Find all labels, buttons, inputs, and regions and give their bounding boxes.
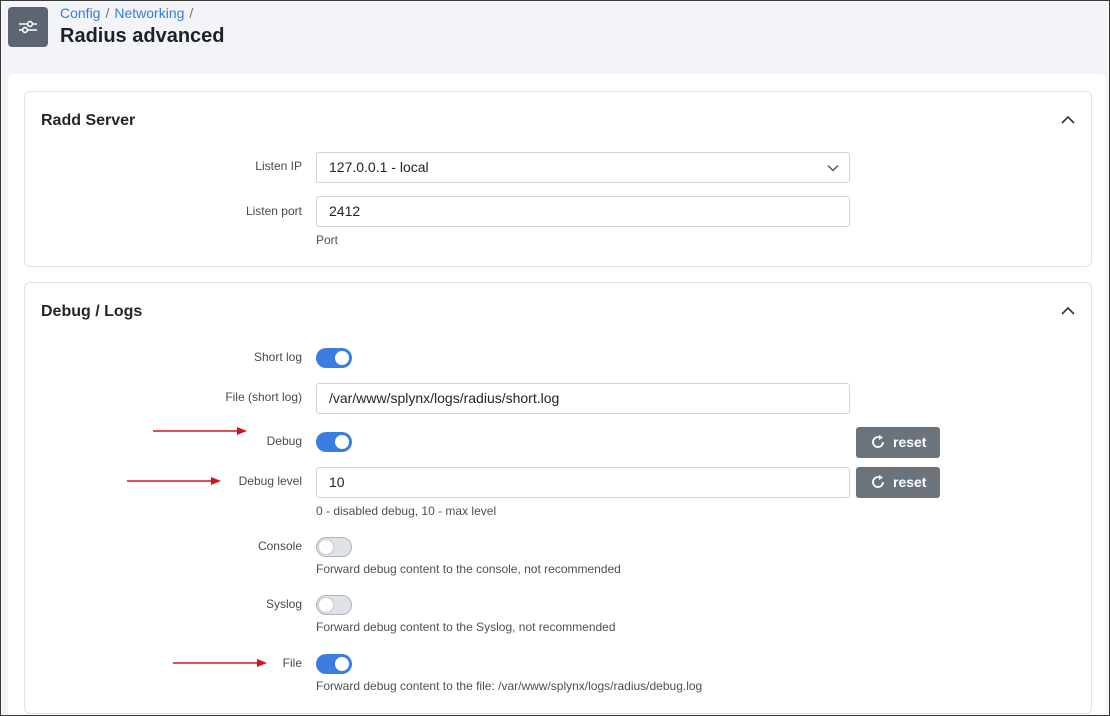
console-help: Forward debug content to the console, no… <box>316 562 621 576</box>
page-header: Config / Networking / Radius advanced <box>1 1 1109 73</box>
app-frame: Config / Networking / Radius advanced Radd … <box>0 0 1110 716</box>
toggle-knob <box>335 351 349 365</box>
listen-ip-label: Listen IP <box>255 159 302 173</box>
refresh-icon <box>872 475 884 488</box>
toggle-knob <box>319 598 333 612</box>
file-label: File <box>282 656 302 670</box>
listen-port-label: Listen port <box>245 204 302 218</box>
short-log-toggle[interactable] <box>316 348 352 368</box>
syslog-label: Syslog <box>265 597 302 611</box>
debug-reset-button[interactable]: reset <box>856 427 940 458</box>
file-toggle[interactable] <box>316 654 352 674</box>
breadcrumb-separator: / <box>105 5 110 21</box>
short-log-label: Short log <box>253 350 302 364</box>
debug-logs-card: Debug / Logs Short log File (short log) … <box>24 282 1092 714</box>
radd-server-card: Radd Server Listen IP 127.0.0.1 - local … <box>24 91 1092 267</box>
file-help: Forward debug content to the file: /var/… <box>316 679 703 693</box>
console-label: Console <box>257 539 302 553</box>
debug-label: Debug <box>266 434 302 448</box>
toggle-knob <box>319 540 333 554</box>
breadcrumb: Config / Networking / <box>60 5 198 21</box>
debug-logs-title: Debug / Logs <box>41 303 143 320</box>
chevron-up-icon[interactable] <box>1061 113 1075 127</box>
listen-port-help: Port <box>316 233 339 247</box>
breadcrumb-config[interactable]: Config <box>60 5 100 21</box>
file-short-log-label: File (short log) <box>225 390 302 404</box>
console-toggle[interactable] <box>316 537 352 557</box>
file-short-log-input[interactable]: /var/www/splynx/logs/radius/short.log <box>316 383 850 414</box>
refresh-icon <box>872 435 884 448</box>
breadcrumb-separator: / <box>189 5 194 21</box>
syslog-toggle[interactable] <box>316 595 352 615</box>
debug-level-input[interactable]: 10 <box>316 467 850 498</box>
listen-ip-select[interactable]: 127.0.0.1 - local <box>316 152 850 183</box>
debug-level-label: Debug level <box>238 474 302 488</box>
reset-label: reset <box>893 434 927 450</box>
listen-ip-value: 127.0.0.1 - local <box>329 159 429 175</box>
syslog-help: Forward debug content to the Syslog, not… <box>316 620 616 634</box>
sliders-icon <box>8 7 48 47</box>
radd-server-title: Radd Server <box>41 112 136 129</box>
debug-level-help: 0 - disabled debug, 10 - max level <box>316 504 497 518</box>
toggle-knob <box>335 435 349 449</box>
debug-level-reset-button[interactable]: reset <box>856 467 940 498</box>
reset-label: reset <box>893 474 927 490</box>
debug-toggle[interactable] <box>316 432 352 452</box>
chevron-down-icon <box>827 164 839 172</box>
breadcrumb-networking[interactable]: Networking <box>114 5 184 21</box>
listen-port-input[interactable]: 2412 <box>316 196 850 227</box>
chevron-up-icon[interactable] <box>1061 304 1075 318</box>
toggle-knob <box>335 657 349 671</box>
page-title: Radius advanced <box>60 25 225 47</box>
main-content: Radd Server Listen IP 127.0.0.1 - local … <box>8 74 1106 715</box>
